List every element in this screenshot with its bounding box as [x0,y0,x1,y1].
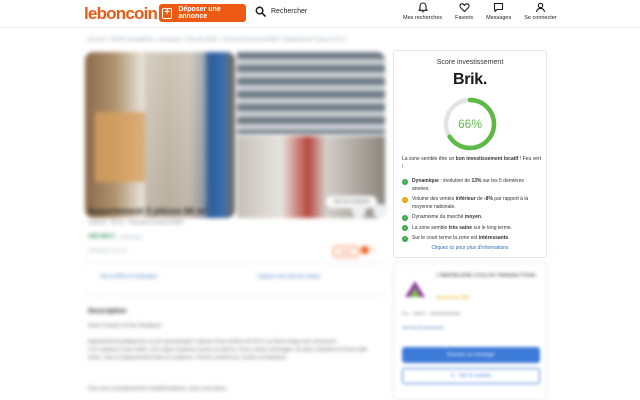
summary-highlight: bon investissement locatif [455,156,519,162]
urgent-badge: Urgent [333,246,359,257]
description-line: d'eau. Cave et stationnement dans la rés… [88,355,288,361]
user-icon [535,2,545,13]
price-per-m2: 2 364 €/m² [118,235,142,241]
post-ad-label: Déposer une annonce [178,6,221,20]
badge-icon [361,246,369,254]
brik-investment-card: Score investissement Brik. 66% La zone s… [393,50,547,258]
breadcrumb[interactable]: Accueil > Ventes immobilières > Auvergne… [88,37,347,43]
notary-fees-link[interactable]: Estimer mes frais de notaire [258,274,320,280]
brik-logo: Brik. [452,71,488,88]
share-icon[interactable] [352,204,366,218]
listing-content: Accueil > Ventes immobilières > Auvergne… [0,28,392,400]
check-icon: ✓ [402,235,408,242]
listing-actions [345,204,387,218]
brik-heading: Score investissement [436,59,504,66]
description-line: Entre Fontaine et Parc Montjuzet. [88,323,163,329]
brik-indicators: ✓ Dynamique : évolution de 13% sur les 5… [402,178,542,246]
indicator-row: ✓ Dynamisme du marché moyen. [402,214,542,222]
indicator-text: Sur le court terme la zone est intéressa… [412,235,510,241]
summary-text: La zone semble être un [402,156,456,162]
check-icon: ✓ [402,178,408,185]
nav-saved-searches[interactable]: Mes recherches [403,2,442,21]
bell-icon [417,2,428,13]
plus-icon: + [162,7,173,19]
description-line: Appartement privilégié par sa vue panora… [88,339,338,345]
show-phone-label: Voir le numéro [458,373,492,379]
search-button[interactable]: Rechercher [255,6,307,17]
brik-summary: La zone semble être un bon investissemen… [402,155,542,171]
indicator-text: Dynamique : évolution de 13% sur les 5 d… [412,178,525,192]
search-label: Rechercher [271,8,308,15]
indicator-row: ✓ Dynamique : évolution de 13% sur les 5… [402,178,542,193]
favorite-icon[interactable] [373,204,387,218]
search-icon [255,6,266,17]
description-title: Description [88,308,127,315]
show-phone-button[interactable]: ✆ Voir le numéro [402,368,540,384]
message-icon [494,2,504,13]
seller-rating[interactable]: ★★★★★ (26) [436,295,469,301]
main-photo[interactable] [85,52,235,218]
seller-logo[interactable] [402,275,428,301]
listing-subtitle: 3 pièces · 66 m² · Clermont-Ferrand 6300… [88,220,184,226]
nav-label: Messages [486,15,512,21]
listing-price: 156 000 € [88,234,115,240]
indicator-text: Volume des ventes inférieur de -8% par r… [412,196,529,210]
nav-login[interactable]: Se connecter [524,2,557,21]
indicator-row: ! Volume des ventes inférieur de -8% par… [402,196,542,211]
header-nav: Mes recherches Favoris Messages Se conne… [403,2,570,21]
photo-gallery[interactable]: Voir les 8 photos [85,52,385,220]
heart-icon [459,3,470,13]
top-header: leboncoin + Déposer une annonce Recherch… [0,0,640,28]
seller-listings-link[interactable]: Voir les 42 annonces [402,325,444,330]
warning-icon: ! [402,196,408,203]
check-icon: ✓ [402,214,408,221]
photo-building[interactable] [237,52,385,134]
nav-label: Mes recherches [403,15,443,21]
phone-icon: ✆ [450,373,455,379]
divider [85,294,385,295]
nav-messages[interactable]: Messages [486,2,511,21]
divider [85,262,385,263]
nav-favorites[interactable]: Favoris [455,2,473,21]
score-value: 66% [457,117,483,131]
brik-more-info-link[interactable]: Cliquez ici pour plus d'informations [394,245,546,251]
description-line: Pour tous renseignements complémentaires… [88,386,228,392]
seller-card: L'IMMOBILIÈRE COULON TRANSACTIONS ★★★★★ … [393,262,547,400]
listing-date: 28/09/2023 à 16:07 [88,248,127,253]
indicator-text: La zone semble très saine sur le long te… [412,224,513,231]
leboncoin-logo[interactable]: leboncoin [84,4,158,24]
dpe-link[interactable]: Voir le DPE et l'estimation [100,274,157,280]
post-ad-button[interactable]: + Déposer une annonce [159,4,246,22]
seller-name[interactable]: L'IMMOBILIÈRE COULON TRANSACTIONS [436,273,536,280]
seller-meta: Pro · SIRET · 000000000000 [402,311,461,316]
indicator-row: ✓ La zone semble très saine sur le long … [402,225,542,233]
send-message-button[interactable]: Envoyer un message [402,347,540,363]
nav-label: Favoris [455,15,474,21]
nav-label: Se connecter [524,15,557,21]
badge-count: 1 [372,247,375,253]
description-line: Il se compose d'une entrée, d'un séjour … [88,347,368,353]
indicator-row: ✓ Sur le court terme la zone est intéres… [402,235,542,243]
listing-title: Appartement 3 pièces 66 m² [88,206,208,216]
indicator-text: Dynamisme du marché moyen. [412,214,483,220]
check-icon: ✓ [402,225,408,231]
